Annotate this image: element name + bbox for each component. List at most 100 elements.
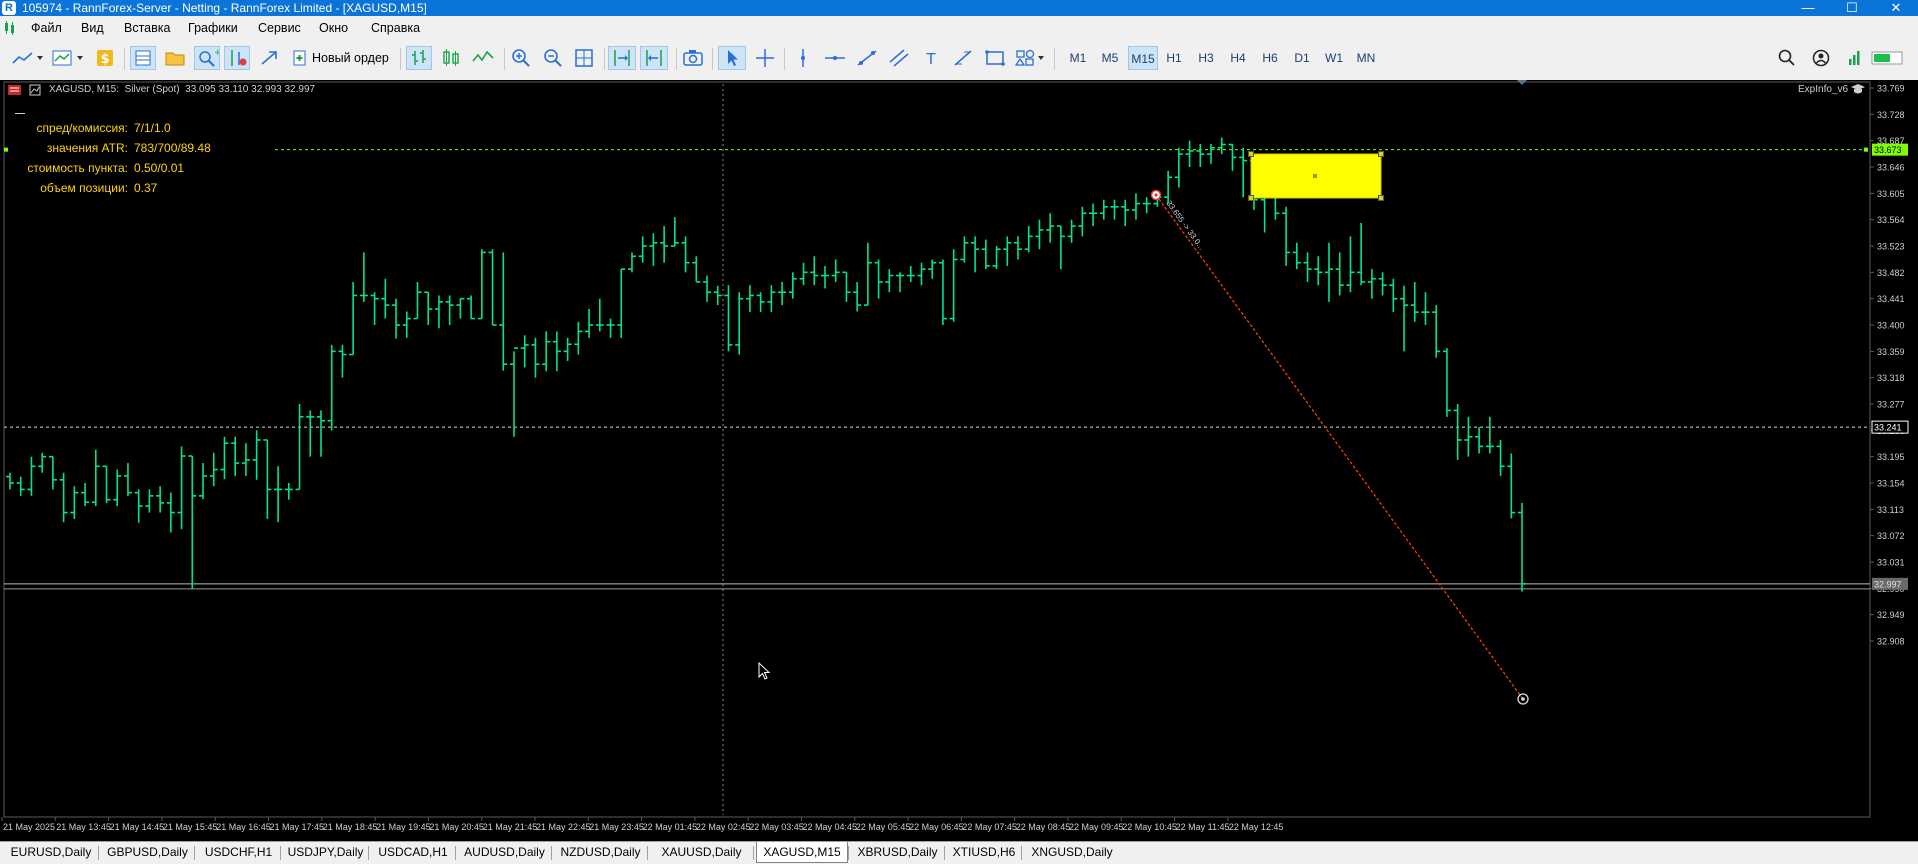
chart-tab-xbrusd-daily[interactable]: XBRUSD,Daily	[851, 842, 944, 863]
timeframe-m1-button[interactable]: M1	[1064, 46, 1092, 70]
tile-windows-icon[interactable]	[572, 46, 598, 70]
timeframe-h6-button[interactable]: H6	[1256, 46, 1284, 70]
rectangle-center-handle[interactable]	[1313, 174, 1317, 178]
ohlc-bar	[499, 252, 508, 371]
screenshot-camera-icon[interactable]	[680, 46, 706, 70]
point-cost-label: стоимость пункта:	[27, 161, 128, 175]
toolbar: $ + Новый ордер T M1 M5 M15 H1 H3 H4 H6 …	[0, 40, 1918, 81]
dollar-icon[interactable]: $	[94, 46, 116, 70]
cursor-pointer-icon[interactable]	[718, 46, 746, 70]
ohlc-bar	[134, 489, 143, 523]
chart-tab-audusd-daily[interactable]: AUDUSD,Daily	[458, 842, 551, 863]
chart-window[interactable]: 33.655 -> 33.0... 33.769 33.728 33.687 33.6…	[0, 80, 1918, 841]
time-axis-label: 21 May 16:45	[216, 822, 271, 832]
chart-tab-usdjpy-daily[interactable]: USDJPY,Daily	[283, 842, 368, 863]
price-chart[interactable]: 33.655 -> 33.0... 33.76933.72833.68733.6…	[0, 80, 1918, 841]
vertical-line-icon[interactable]	[790, 46, 816, 70]
ohlc-bar	[831, 259, 840, 282]
ohlc-bar	[1196, 143, 1205, 167]
ohlc-bar	[617, 268, 626, 338]
timeframe-h1-button[interactable]: H1	[1160, 46, 1188, 70]
chart-tab-xauusd-daily[interactable]: XAUUSD,Daily	[650, 842, 753, 863]
chart-tab-usdchf-h1[interactable]: USDCHF,H1	[197, 842, 280, 863]
ohlc-bar	[724, 285, 733, 352]
line-chart-icon[interactable]	[470, 46, 496, 70]
new-order-button[interactable]: Новый ордер	[290, 46, 393, 70]
timeframe-h4-button[interactable]: H4	[1224, 46, 1252, 70]
text-tool-icon[interactable]: T	[918, 46, 944, 70]
menu-insert[interactable]: Вставка	[124, 16, 170, 40]
ohlc-bar	[1078, 206, 1087, 237]
tab-separator	[944, 846, 945, 860]
ohlc-bar	[681, 236, 690, 273]
chart-tab-usdcad-h1[interactable]: USDCAD,H1	[371, 842, 455, 863]
ohlc-bar	[81, 483, 90, 507]
timeframe-m15-button[interactable]: M15	[1128, 46, 1158, 70]
level-handle-right[interactable]	[1864, 147, 1868, 152]
menu-charts[interactable]: Графики	[188, 16, 238, 40]
fibonacci-icon[interactable]	[950, 46, 976, 70]
chart-tab-nzdusd-daily[interactable]: NZDUSD,Daily	[554, 842, 647, 863]
rectangle-handle[interactable]	[1378, 151, 1384, 157]
time-axis-label: 21 May 13:45	[56, 822, 111, 832]
navigator-folder-icon[interactable]	[162, 46, 188, 70]
menu-view[interactable]: Вид	[81, 16, 104, 40]
rectangle-handle[interactable]	[1378, 195, 1384, 201]
resize-arrow-icon[interactable]	[256, 46, 282, 70]
chart-tab-xagusd-m15[interactable]: XAGUSD,M15	[756, 842, 848, 863]
menu-window[interactable]: Окно	[319, 16, 348, 40]
timeframe-mn-button[interactable]: MN	[1352, 46, 1380, 70]
chart-tab-xngusd-daily[interactable]: XNGUSD,Daily	[1024, 842, 1120, 863]
algo-trading-icon[interactable]	[224, 46, 250, 70]
market-watch-icon[interactable]	[130, 46, 156, 70]
timeframe-d1-button[interactable]: D1	[1288, 46, 1316, 70]
autoscroll-icon[interactable]	[608, 46, 636, 70]
horizontal-line-icon[interactable]	[822, 46, 848, 70]
maximize-button[interactable]: ☐	[1830, 0, 1874, 16]
data-window-zoom-icon[interactable]: +	[194, 46, 220, 70]
chart-shift-icon[interactable]	[640, 46, 668, 70]
chart-menu-icon[interactable]	[4, 21, 16, 35]
menu-file[interactable]: Файл	[31, 16, 62, 40]
chart-tab-gbpusd-daily[interactable]: GBPUSD,Daily	[101, 842, 194, 863]
ohlc-bar	[252, 430, 261, 480]
ohlc-bar	[306, 410, 315, 457]
rectangle-handle[interactable]	[1248, 151, 1254, 157]
chart-type-dropdown-icon[interactable]	[10, 46, 44, 70]
account-icon[interactable]	[1810, 46, 1832, 70]
crosshair-icon[interactable]	[752, 46, 778, 70]
price-axis-label: 33.400	[1877, 321, 1905, 331]
equidistant-channel-icon[interactable]	[886, 46, 912, 70]
indicators-dropdown-icon[interactable]	[50, 46, 86, 70]
timeframe-h3-button[interactable]: H3	[1192, 46, 1220, 70]
time-axis-label: 22 May 07:45	[962, 822, 1017, 832]
price-axis-label: 33.113	[1877, 505, 1904, 515]
ohlc-bar	[1442, 348, 1451, 417]
rectangle-handle[interactable]	[1248, 195, 1254, 201]
chart-tab-xtiusd-h6[interactable]: XTIUSD,H6	[947, 842, 1021, 863]
time-axis-label: 22 May 09:45	[1069, 822, 1124, 832]
ohlc-bar	[295, 404, 304, 491]
menu-help[interactable]: Справка	[371, 16, 420, 40]
rectangle-tool-icon[interactable]	[982, 46, 1008, 70]
menu-service[interactable]: Сервис	[258, 16, 301, 40]
time-axis-label: 22 May 10:45	[1122, 822, 1177, 832]
close-button[interactable]: ✕	[1874, 0, 1918, 16]
minimize-button[interactable]: —	[1786, 0, 1830, 16]
search-icon[interactable]	[1776, 46, 1798, 70]
mouse-cursor-icon	[758, 661, 772, 682]
timeframe-m5-button[interactable]: M5	[1096, 46, 1124, 70]
ohlc-bar	[1035, 219, 1044, 250]
minimize-panel-icon[interactable]	[15, 113, 25, 114]
zoom-in-icon[interactable]	[508, 46, 534, 70]
shapes-dropdown-icon[interactable]	[1014, 46, 1048, 70]
bar-chart-icon[interactable]	[406, 46, 432, 70]
time-axis-label: 21 May 22:45	[536, 822, 591, 832]
zoom-out-icon[interactable]	[540, 46, 566, 70]
ohlc-bar	[199, 463, 208, 500]
chart-tab-eurusd-daily[interactable]: EURUSD,Daily	[4, 842, 98, 863]
timeframe-w1-button[interactable]: W1	[1320, 46, 1348, 70]
candlestick-chart-icon[interactable]	[438, 46, 464, 70]
trendline-end-dot	[1521, 697, 1525, 701]
trendline-icon[interactable]	[854, 46, 880, 70]
